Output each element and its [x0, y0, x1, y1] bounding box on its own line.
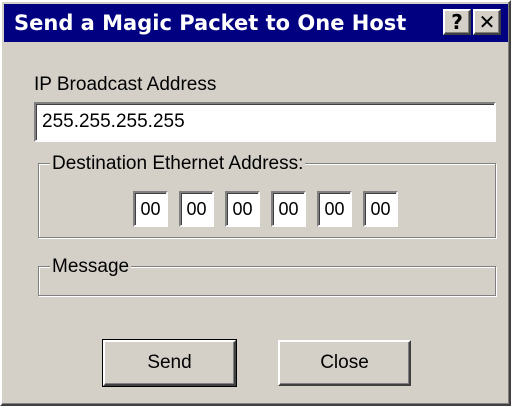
close-icon: ✕ — [478, 10, 496, 34]
mac-octet-1-input[interactable] — [133, 191, 168, 227]
window-close-button[interactable]: ✕ — [473, 9, 501, 35]
help-button[interactable]: ? — [443, 9, 471, 35]
magic-packet-dialog: Send a Magic Packet to One Host ? ✕ IP B… — [0, 0, 511, 406]
ip-broadcast-label: IP Broadcast Address — [34, 74, 217, 95]
mac-octet-6-input[interactable] — [363, 191, 398, 227]
title-bar[interactable]: Send a Magic Packet to One Host ? ✕ — [4, 4, 508, 42]
message-group-label: Message — [50, 256, 132, 278]
mac-octet-3-input[interactable] — [225, 191, 260, 227]
help-icon: ? — [451, 10, 463, 34]
mac-octet-4-input[interactable] — [271, 191, 306, 227]
ip-broadcast-input[interactable] — [34, 102, 496, 142]
destination-group-label: Destination Ethernet Address: — [50, 153, 306, 175]
close-button[interactable]: Close — [278, 340, 411, 386]
send-button[interactable]: Send — [102, 339, 237, 387]
mac-octet-5-input[interactable] — [317, 191, 352, 227]
mac-octet-2-input[interactable] — [179, 191, 214, 227]
window-title: Send a Magic Packet to One Host — [14, 11, 407, 35]
